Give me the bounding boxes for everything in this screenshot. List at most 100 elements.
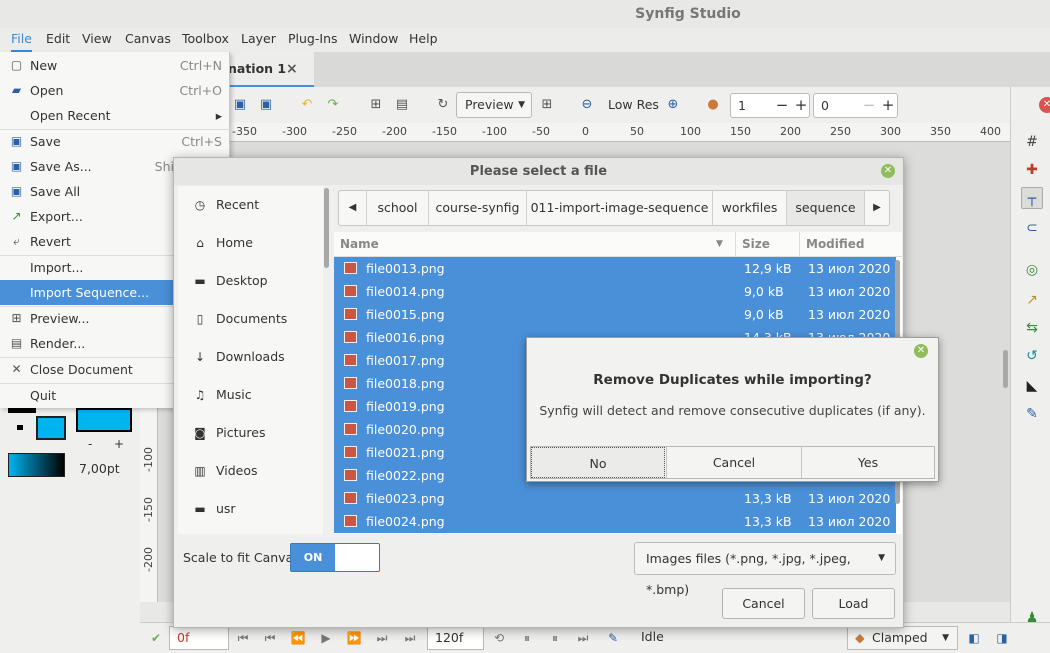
path-crumb-school[interactable]: school <box>366 191 428 225</box>
path-crumb-011-import-image-sequence[interactable]: 011-import-image-sequence <box>526 191 712 225</box>
menu-edit[interactable]: Edit <box>46 28 70 52</box>
preview-camera-icon[interactable]: ⊞ <box>366 95 386 115</box>
menu-view[interactable]: View <box>82 28 112 52</box>
menu-plugins[interactable]: Plug-Ins <box>288 28 338 52</box>
close-dialog-icon[interactable]: ✕ <box>914 344 928 358</box>
seek-end-icon[interactable]: ⏭ <box>401 628 419 648</box>
file-row[interactable]: file0013.png 12,9 kB 13 июл 2020 <box>334 257 896 280</box>
menu-item-open[interactable]: ▰ Open Ctrl+O <box>0 78 230 103</box>
reset-colors-icon[interactable] <box>17 425 23 430</box>
menu-item-open-recent[interactable]: Open Recent ▸ <box>0 103 230 128</box>
guides-icon[interactable]: ✚ <box>1021 159 1043 181</box>
interpolation-dropdown[interactable]: ◆ Clamped ▼ <box>847 626 958 650</box>
rotate-tool-icon[interactable]: ↺ <box>1021 345 1043 367</box>
no-button[interactable]: No <box>531 447 665 478</box>
gradient-swatch[interactable] <box>8 453 65 477</box>
next-frame-icon[interactable]: ⏩ <box>345 628 363 648</box>
file-type-filter[interactable]: Images files (*.png, *.jpg, *.jpeg, *.bm… <box>634 542 896 597</box>
place-videos[interactable]: ▥ Videos <box>178 452 323 490</box>
transform-tool-icon[interactable]: ◎ <box>1021 259 1043 281</box>
redo-icon[interactable]: ↷ <box>323 95 343 115</box>
next-keyframe-icon[interactable]: ⏭ <box>373 628 391 648</box>
menu-window[interactable]: Window <box>349 28 398 52</box>
future-keyframes-spin[interactable]: 0 − + <box>813 93 898 118</box>
scale-tool-icon[interactable]: ⇆ <box>1021 317 1043 339</box>
toggle-future-keyframes-icon[interactable]: ◨ <box>993 628 1011 648</box>
end-time-field[interactable]: 120f <box>427 626 484 650</box>
seek-begin-icon[interactable]: ⏮ <box>234 628 252 648</box>
current-time-field[interactable]: 0f <box>169 626 229 650</box>
file-row[interactable]: file0024.png 13,3 kB 13 июл 2020 <box>334 510 896 533</box>
save-as-icon[interactable]: ▣ <box>256 95 276 115</box>
place-desktop[interactable]: ▬ Desktop <box>178 262 323 300</box>
decrease-width[interactable]: - <box>88 437 92 451</box>
zoom-in-icon[interactable]: ⊕ <box>663 95 683 115</box>
render-clapper-icon[interactable]: ▤ <box>392 95 412 115</box>
preview-dropdown[interactable]: Preview ▼ <box>456 92 532 118</box>
yes-button[interactable]: Yes <box>801 447 934 478</box>
place-documents[interactable]: ▯ Documents <box>178 300 323 338</box>
path-forward-icon[interactable]: ▶ <box>864 191 889 225</box>
loop-icon[interactable]: ⟲ <box>490 628 508 648</box>
outline-color[interactable] <box>8 408 36 413</box>
place-music[interactable]: ♫ Music <box>178 376 323 414</box>
close-dialog-icon[interactable]: ✕ <box>881 164 895 178</box>
snap-guide-icon[interactable]: ┬ <box>1021 187 1043 209</box>
load-button[interactable]: Load <box>812 588 895 619</box>
menu-item-save[interactable]: ▣ Save Ctrl+S <box>0 129 230 154</box>
past-keyframes-spin[interactable]: 1 − + <box>730 93 810 118</box>
toggle-past-keyframes-icon[interactable]: ◧ <box>965 628 983 648</box>
increase-width[interactable]: + <box>114 437 124 451</box>
magnet-icon[interactable]: ⊂ <box>1021 217 1043 239</box>
fill-color[interactable] <box>76 408 132 432</box>
swap-colors-swatch[interactable] <box>36 416 66 440</box>
mirror-tool-icon[interactable]: ◣ <box>1021 375 1043 397</box>
path-crumb-sequence[interactable]: sequence <box>786 191 864 225</box>
menu-toolbox[interactable]: Toolbox <box>182 28 229 52</box>
spin1-plus-button[interactable]: + <box>792 94 810 117</box>
smooth-move-icon[interactable]: ↗ <box>1021 289 1043 311</box>
grid-icon[interactable]: # <box>1021 131 1043 153</box>
play-icon[interactable]: ▶ <box>317 628 335 648</box>
place-recent[interactable]: ◷ Recent <box>178 186 323 224</box>
file-row[interactable]: file0015.png 9,0 kB 13 июл 2020 <box>334 303 896 326</box>
menu-canvas[interactable]: Canvas <box>125 28 171 52</box>
place-downloads[interactable]: ↓ Downloads <box>178 338 323 376</box>
file-row[interactable]: file0014.png 9,0 kB 13 июл 2020 <box>334 280 896 303</box>
place-home[interactable]: ⌂ Home <box>178 224 323 262</box>
place-usr[interactable]: ▬ usr <box>178 490 323 528</box>
spin1-minus-button[interactable]: − <box>773 94 791 117</box>
place-pictures[interactable]: ◙ Pictures <box>178 414 323 452</box>
spin2-plus-button[interactable]: + <box>879 94 897 117</box>
column-size[interactable]: Size <box>735 232 770 257</box>
prev-frame-icon[interactable]: ⏪ <box>289 628 307 648</box>
cancel-button[interactable]: Cancel <box>666 447 801 478</box>
save-icon[interactable]: ▣ <box>230 95 250 115</box>
bounds-start-icon[interactable]: ⏸ <box>518 628 536 648</box>
menu-item-new[interactable]: ▢ New Ctrl+N <box>0 53 230 78</box>
cancel-button[interactable]: Cancel <box>722 588 805 619</box>
column-modified[interactable]: Modified <box>799 232 865 257</box>
zoom-out-icon[interactable]: ⊖ <box>577 95 597 115</box>
sort-chevron-icon[interactable]: ▼ <box>716 232 723 257</box>
path-back-icon[interactable]: ◀ <box>339 191 366 225</box>
path-crumb-course-synfig[interactable]: course-synfig <box>428 191 526 225</box>
animation-mode-icon[interactable]: ✔ <box>147 628 165 648</box>
places-scrollbar[interactable] <box>324 188 329 268</box>
preview-settings-icon[interactable]: ⊞ <box>537 95 557 115</box>
spin2-minus-button[interactable]: − <box>860 94 878 117</box>
keyframe-lock-icon[interactable]: ✎ <box>604 628 622 648</box>
column-name[interactable]: Name <box>340 232 379 257</box>
undo-icon[interactable]: ↶ <box>297 95 317 115</box>
close-panel-icon[interactable]: ✕ <box>1039 97 1050 113</box>
close-tab-icon[interactable]: × <box>286 52 298 86</box>
scale-to-fit-toggle[interactable]: ON <box>290 543 380 572</box>
bounds-end-icon[interactable]: ⏸ <box>546 628 564 648</box>
prev-keyframe-icon[interactable]: ⏮ <box>261 628 279 648</box>
canvas-vscroll[interactable] <box>1003 350 1008 388</box>
menu-file[interactable]: File <box>11 28 32 52</box>
file-row[interactable]: file0023.png 13,3 kB 13 июл 2020 <box>334 487 896 510</box>
path-crumb-workfiles[interactable]: workfiles <box>712 191 786 225</box>
onion-skin-icon[interactable]: ● <box>703 95 723 115</box>
bounds-toggle-icon[interactable]: ⏭ <box>574 628 592 648</box>
